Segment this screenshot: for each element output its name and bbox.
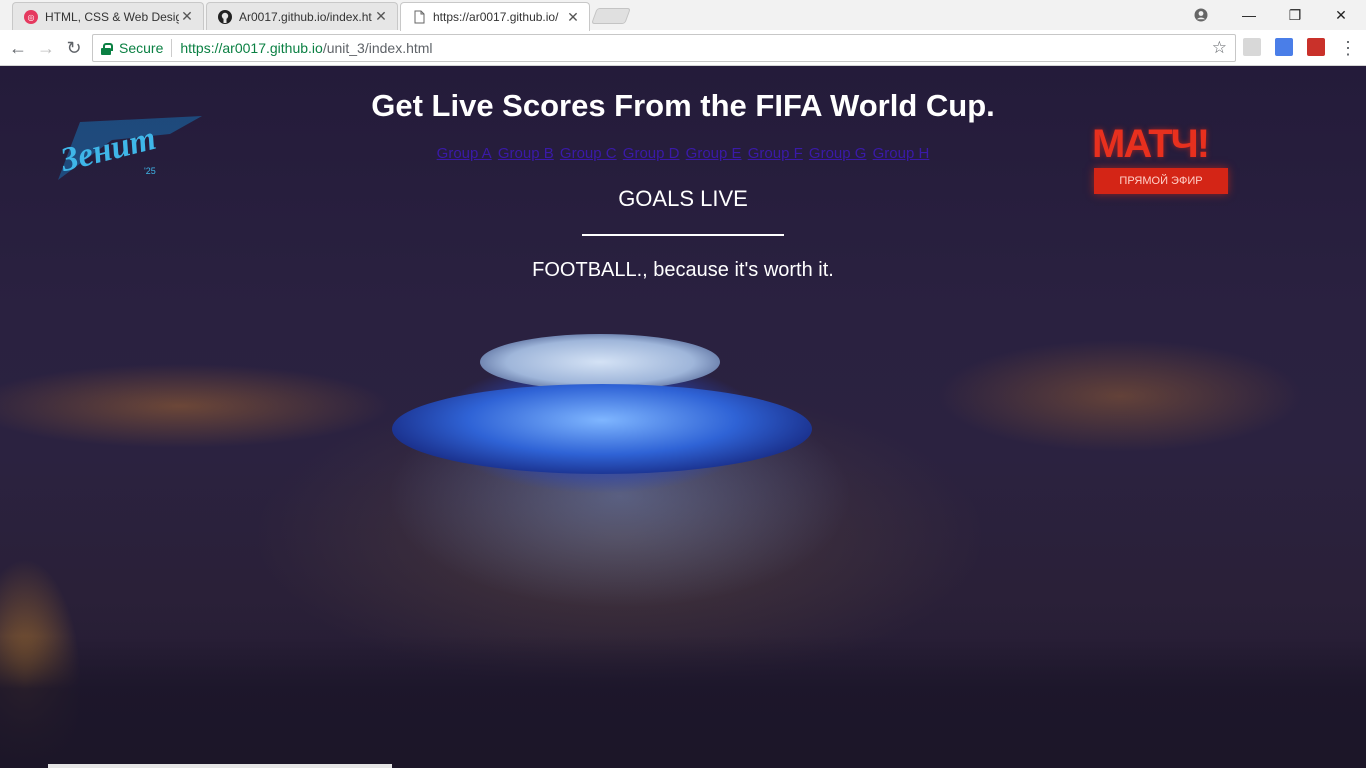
extension-icon[interactable] — [1243, 38, 1261, 56]
address-bar[interactable]: Secure https://ar0017.github.io/unit_3/i… — [92, 34, 1236, 62]
tab-current[interactable]: https://ar0017.github.io/ ✕ — [400, 2, 590, 31]
page-background: Зенит '25 МАТЧ! ПРЯМОЙ ЭФИР Get Live Sco… — [0, 66, 1366, 768]
url-scheme: https:// — [180, 40, 223, 56]
url-text[interactable]: https://ar0017.github.io/unit_3/index.ht… — [172, 40, 432, 56]
stadium-roof — [392, 384, 812, 474]
secure-label: Secure — [119, 40, 164, 56]
close-window-button[interactable]: ✕ — [1318, 0, 1364, 30]
group-e-link[interactable]: Group E — [686, 145, 742, 162]
tagline: FOOTBALL., because it's worth it. — [532, 259, 834, 281]
divider — [582, 234, 784, 236]
tab-codecademy[interactable]: ◎ HTML, CSS & Web Desig ✕ — [12, 2, 204, 30]
minimize-button[interactable]: — — [1226, 0, 1272, 30]
group-a-link[interactable]: Group A — [437, 145, 492, 162]
group-c-link[interactable]: Group C — [560, 145, 617, 162]
tab-title: HTML, CSS & Web Desig — [45, 9, 179, 24]
group-h-link[interactable]: Group H — [873, 145, 930, 162]
maximize-button[interactable]: ❐ — [1272, 0, 1318, 30]
profile-icon[interactable] — [1178, 0, 1224, 30]
menu-icon[interactable]: ⋮ — [1336, 36, 1360, 60]
bookmark-star-icon[interactable]: ☆ — [1212, 38, 1227, 58]
url-path: /unit_3/index.html — [322, 40, 433, 56]
tab-github[interactable]: Ar0017.github.io/index.ht ✕ — [206, 2, 398, 30]
github-icon — [217, 9, 233, 25]
tab-strip: ◎ HTML, CSS & Web Desig ✕ Ar0017.github.… — [0, 0, 1366, 31]
browser-toolbar: ← → ↻ Secure https://ar0017.github.io/un… — [0, 30, 1366, 66]
tab-title: https://ar0017.github.io/ — [433, 10, 559, 24]
lock-icon — [101, 42, 113, 55]
codecademy-icon: ◎ — [23, 9, 39, 25]
group-links: Group A Group B Group C Group D Group E … — [0, 145, 1366, 162]
back-button[interactable]: ← — [6, 36, 30, 60]
group-g-link[interactable]: Group G — [809, 145, 867, 162]
page-title: Get Live Scores From the FIFA World Cup. — [371, 88, 995, 123]
stadium-dome — [480, 334, 720, 390]
group-b-link[interactable]: Group B — [498, 145, 554, 162]
goals-live-heading: GOALS LIVE — [618, 186, 748, 211]
translate-icon[interactable] — [1275, 38, 1293, 56]
secure-indicator[interactable]: Secure — [93, 39, 173, 57]
forward-button[interactable]: → — [34, 36, 58, 60]
url-host: ar0017.github.io — [222, 40, 323, 56]
close-tab-icon[interactable]: ✕ — [179, 8, 195, 25]
group-f-link[interactable]: Group F — [748, 145, 803, 162]
river — [0, 636, 1366, 768]
reload-button[interactable]: ↻ — [62, 36, 86, 60]
group-d-link[interactable]: Group D — [623, 145, 680, 162]
tab-title: Ar0017.github.io/index.ht — [239, 9, 372, 24]
svg-text:◎: ◎ — [28, 13, 35, 22]
page-icon — [411, 9, 427, 25]
new-tab-button[interactable] — [591, 8, 631, 24]
close-tab-icon[interactable]: ✕ — [373, 8, 389, 25]
extension-red-icon[interactable] — [1307, 38, 1325, 56]
close-tab-icon[interactable]: ✕ — [565, 9, 581, 26]
horizontal-scrollbar[interactable] — [48, 764, 392, 768]
svg-text:'25: '25 — [144, 166, 156, 176]
